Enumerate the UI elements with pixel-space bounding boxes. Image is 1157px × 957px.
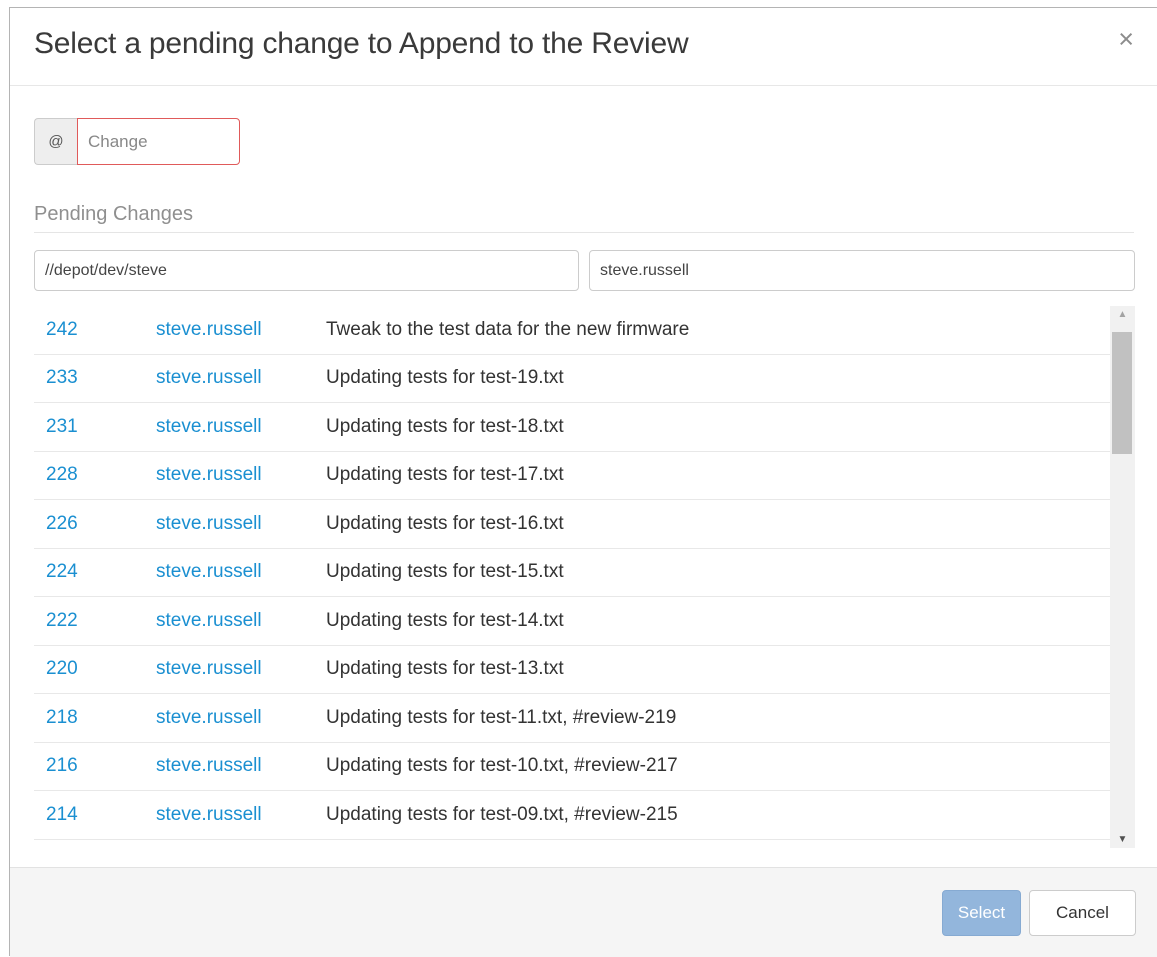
dialog-header: Select a pending change to Append to the…	[10, 8, 1157, 86]
table-row[interactable]: 216 steve.russell Updating tests for test-…	[34, 743, 1110, 791]
table-row[interactable]: 224 steve.russell Updating tests for test-…	[34, 549, 1110, 597]
change-user-link[interactable]: steve.russell	[156, 367, 262, 389]
table-row[interactable]: 222 steve.russell Updating tests for test-…	[34, 597, 1110, 646]
change-description: Tweak to the test data for the new firmw…	[326, 318, 690, 340]
change-id-link[interactable]: 218	[46, 707, 78, 729]
path-filter-input[interactable]	[34, 250, 579, 291]
change-id-link[interactable]: 214	[46, 804, 78, 826]
change-user-link[interactable]: steve.russell	[156, 319, 262, 341]
change-id-link[interactable]: 233	[46, 367, 78, 389]
change-user-link[interactable]: steve.russell	[156, 416, 262, 438]
table-row[interactable]: 214 steve.russell Updating tests for test-…	[34, 791, 1110, 840]
change-user-link[interactable]: steve.russell	[156, 561, 262, 583]
select-button[interactable]: Select	[942, 890, 1021, 936]
change-description: Updating tests for test-18.txt	[326, 415, 564, 437]
change-id-link[interactable]: 228	[46, 464, 78, 486]
dialog-footer: Select Cancel	[10, 867, 1157, 957]
change-user-link[interactable]: steve.russell	[156, 658, 262, 680]
close-icon[interactable]: ×	[1118, 26, 1134, 53]
at-sign-addon: @	[34, 118, 77, 165]
change-description: Updating tests for test-19.txt	[326, 367, 564, 389]
table-row[interactable]: 233 steve.russell Updating tests for test-…	[34, 355, 1110, 403]
append-change-dialog: Select a pending change to Append to the…	[9, 7, 1157, 957]
change-description: Updating tests for test-13.txt	[326, 658, 564, 680]
cancel-button[interactable]: Cancel	[1029, 890, 1136, 936]
table-row[interactable]: 242 steve.russell Tweak to the test data f…	[34, 306, 1110, 355]
change-description: Updating tests for test-14.txt	[326, 609, 564, 631]
change-input-group: @	[34, 118, 240, 165]
change-description: Updating tests for test-15.txt	[326, 561, 564, 583]
change-id-link[interactable]: 242	[46, 319, 78, 341]
scroll-up-arrow-icon[interactable]: ▲	[1110, 306, 1135, 323]
change-description: Updating tests for test-09.txt, #review-…	[326, 803, 678, 825]
change-id-link[interactable]: 224	[46, 561, 78, 583]
change-user-link[interactable]: steve.russell	[156, 755, 262, 777]
list-scrollbar[interactable]: ▲ ▼	[1110, 306, 1135, 848]
change-description: Updating tests for test-16.txt	[326, 512, 564, 534]
table-row[interactable]: 231 steve.russell Updating tests for test-…	[34, 403, 1110, 452]
pending-changes-heading: Pending Changes	[34, 203, 1134, 233]
change-description: Updating tests for test-11.txt, #review-…	[326, 706, 677, 728]
change-user-link[interactable]: steve.russell	[156, 513, 262, 535]
change-description: Updating tests for test-10.txt, #review-…	[326, 755, 678, 777]
change-user-link[interactable]: steve.russell	[156, 464, 262, 486]
change-number-input[interactable]	[77, 118, 240, 165]
dialog-title: Select a pending change to Append to the…	[34, 27, 689, 60]
pending-changes-list: 242 steve.russell Tweak to the test data f…	[34, 306, 1110, 848]
table-row[interactable]: 228 steve.russell Updating tests for test-…	[34, 452, 1110, 500]
change-user-link[interactable]: steve.russell	[156, 610, 262, 632]
scroll-down-arrow-icon[interactable]: ▼	[1110, 831, 1135, 848]
change-id-link[interactable]: 216	[46, 755, 78, 777]
table-row[interactable]: 226 steve.russell Updating tests for test-…	[34, 500, 1110, 549]
change-description: Updating tests for test-17.txt	[326, 464, 564, 486]
change-user-link[interactable]: steve.russell	[156, 707, 262, 729]
scroll-thumb[interactable]	[1112, 332, 1132, 454]
table-row[interactable]: 220 steve.russell Updating tests for test-…	[34, 646, 1110, 694]
change-id-link[interactable]: 220	[46, 658, 78, 680]
change-id-link[interactable]: 226	[46, 513, 78, 535]
change-user-link[interactable]: steve.russell	[156, 804, 262, 826]
user-filter-input[interactable]	[589, 250, 1135, 291]
change-id-link[interactable]: 222	[46, 610, 78, 632]
table-row[interactable]: 218 steve.russell Updating tests for test-…	[34, 694, 1110, 743]
change-id-link[interactable]: 231	[46, 416, 78, 438]
